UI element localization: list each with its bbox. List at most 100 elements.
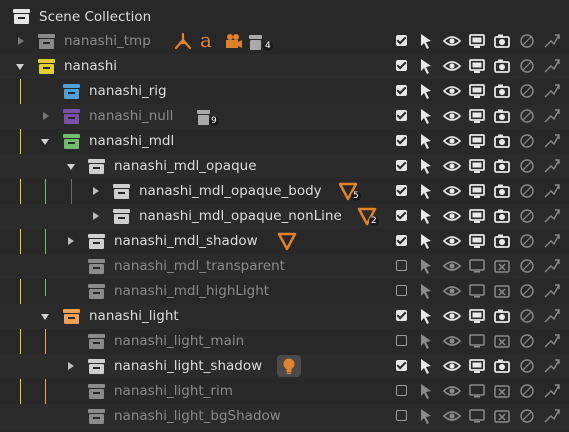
camera-render-icon[interactable] — [492, 131, 512, 151]
eye-icon[interactable] — [442, 206, 462, 226]
holdout-icon[interactable] — [517, 356, 537, 376]
eye-icon[interactable] — [442, 181, 462, 201]
camera-render-icon[interactable] — [492, 81, 512, 101]
holdout-icon[interactable] — [517, 331, 537, 351]
exclude-checkbox[interactable] — [396, 85, 407, 96]
camera-render-icon[interactable] — [492, 56, 512, 76]
exclude-checkbox[interactable] — [396, 35, 407, 46]
monitor-icon[interactable] — [467, 131, 487, 151]
text-icon[interactable]: a — [198, 31, 218, 51]
collapse-arrow-icon[interactable] — [16, 64, 24, 70]
monitor-icon[interactable] — [467, 106, 487, 126]
select-arrow-icon[interactable] — [416, 356, 436, 376]
holdout-icon[interactable] — [517, 231, 537, 251]
monitor-icon[interactable] — [467, 31, 487, 51]
exclude-checkbox[interactable] — [396, 135, 407, 146]
eye-icon[interactable] — [442, 56, 462, 76]
eye-icon[interactable] — [442, 31, 462, 51]
holdout-icon[interactable] — [517, 281, 537, 301]
exclude-checkbox[interactable] — [396, 260, 407, 271]
expand-arrow-icon[interactable] — [93, 187, 99, 195]
monitor-icon[interactable] — [467, 331, 487, 351]
select-arrow-icon[interactable] — [416, 181, 436, 201]
camera-icon[interactable] — [223, 31, 243, 51]
indirect-only-icon[interactable] — [542, 256, 562, 276]
camera-render-icon[interactable] — [492, 231, 512, 251]
indirect-only-icon[interactable] — [542, 406, 562, 426]
indirect-only-icon[interactable] — [542, 356, 562, 376]
eye-icon[interactable] — [442, 156, 462, 176]
holdout-icon[interactable] — [517, 181, 537, 201]
indirect-only-icon[interactable] — [542, 306, 562, 326]
collapse-arrow-icon[interactable] — [67, 164, 75, 170]
indirect-only-icon[interactable] — [542, 331, 562, 351]
holdout-icon[interactable] — [517, 381, 537, 401]
monitor-icon[interactable] — [467, 231, 487, 251]
indirect-only-icon[interactable] — [542, 106, 562, 126]
holdout-icon[interactable] — [517, 406, 537, 426]
expand-arrow-icon[interactable] — [68, 237, 74, 245]
camera-render-icon[interactable] — [492, 306, 512, 326]
exclude-checkbox[interactable] — [396, 60, 407, 71]
eye-icon[interactable] — [442, 406, 462, 426]
monitor-icon[interactable] — [467, 56, 487, 76]
light-icon[interactable] — [277, 355, 301, 377]
expand-arrow-icon[interactable] — [43, 112, 49, 120]
mesh-icon[interactable] — [277, 231, 297, 251]
monitor-icon[interactable] — [467, 306, 487, 326]
indirect-only-icon[interactable] — [542, 31, 562, 51]
exclude-checkbox[interactable] — [396, 110, 407, 121]
eye-icon[interactable] — [442, 106, 462, 126]
indirect-only-icon[interactable] — [542, 206, 562, 226]
eye-icon[interactable] — [442, 306, 462, 326]
exclude-checkbox[interactable] — [396, 210, 407, 221]
monitor-icon[interactable] — [467, 156, 487, 176]
render-disabled-icon[interactable] — [492, 281, 512, 301]
indirect-only-icon[interactable] — [542, 131, 562, 151]
indirect-only-icon[interactable] — [542, 231, 562, 251]
holdout-icon[interactable] — [517, 31, 537, 51]
exclude-checkbox[interactable] — [396, 360, 407, 371]
eye-icon[interactable] — [442, 331, 462, 351]
exclude-checkbox[interactable] — [396, 285, 407, 296]
monitor-icon[interactable] — [467, 381, 487, 401]
select-arrow-icon[interactable] — [416, 206, 436, 226]
exclude-checkbox[interactable] — [396, 235, 407, 246]
select-arrow-icon[interactable] — [416, 156, 436, 176]
exclude-checkbox[interactable] — [396, 310, 407, 321]
select-arrow-icon[interactable] — [416, 56, 436, 76]
camera-render-icon[interactable] — [492, 206, 512, 226]
select-arrow-icon[interactable] — [416, 81, 436, 101]
holdout-icon[interactable] — [517, 306, 537, 326]
exclude-checkbox[interactable] — [396, 385, 407, 396]
scene-collection-row[interactable]: Scene Collection — [0, 4, 569, 29]
select-arrow-icon[interactable] — [416, 106, 436, 126]
eye-icon[interactable] — [442, 356, 462, 376]
camera-render-icon[interactable] — [492, 181, 512, 201]
expand-arrow-icon[interactable] — [93, 212, 99, 220]
exclude-checkbox[interactable] — [396, 335, 407, 346]
select-arrow-icon[interactable] — [416, 406, 436, 426]
eye-icon[interactable] — [442, 381, 462, 401]
exclude-checkbox[interactable] — [396, 410, 407, 421]
render-disabled-icon[interactable] — [492, 381, 512, 401]
monitor-icon[interactable] — [467, 281, 487, 301]
select-arrow-icon[interactable] — [416, 31, 436, 51]
indirect-only-icon[interactable] — [542, 81, 562, 101]
indirect-only-icon[interactable] — [542, 56, 562, 76]
render-disabled-icon[interactable] — [492, 256, 512, 276]
monitor-icon[interactable] — [467, 356, 487, 376]
holdout-icon[interactable] — [517, 56, 537, 76]
monitor-icon[interactable] — [467, 406, 487, 426]
exclude-checkbox[interactable] — [396, 160, 407, 171]
holdout-icon[interactable] — [517, 131, 537, 151]
eye-icon[interactable] — [442, 281, 462, 301]
collapse-arrow-icon[interactable] — [41, 314, 49, 320]
holdout-icon[interactable] — [517, 106, 537, 126]
camera-render-icon[interactable] — [492, 356, 512, 376]
render-disabled-icon[interactable] — [492, 406, 512, 426]
monitor-icon[interactable] — [467, 256, 487, 276]
holdout-icon[interactable] — [517, 81, 537, 101]
indirect-only-icon[interactable] — [542, 156, 562, 176]
monitor-icon[interactable] — [467, 181, 487, 201]
